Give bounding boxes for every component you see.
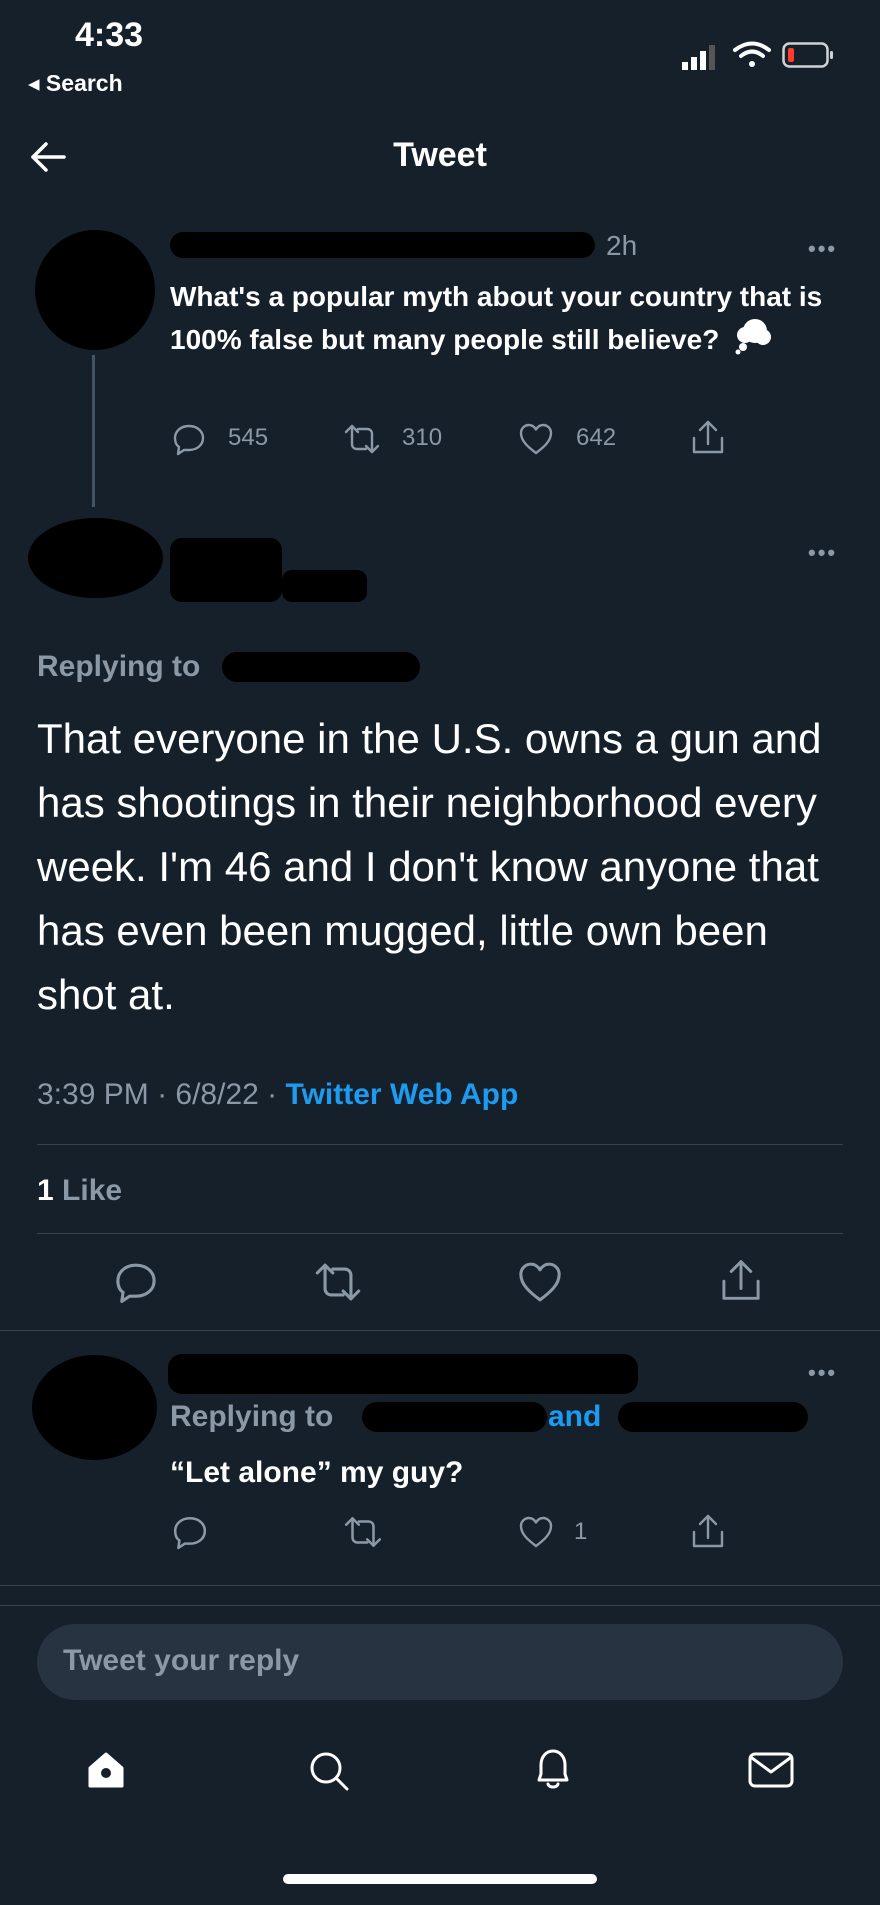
- share-button[interactable]: [690, 1512, 730, 1554]
- redacted-mention[interactable]: [222, 652, 420, 682]
- reply-composer-input[interactable]: Tweet your reply: [37, 1624, 843, 1700]
- retweet-icon: [315, 1263, 361, 1301]
- likes-summary[interactable]: 1 Like: [37, 1174, 122, 1208]
- thread-line: [92, 355, 95, 507]
- redacted-author-handle[interactable]: [282, 570, 367, 602]
- home-tab[interactable]: [84, 1748, 128, 1792]
- redacted-author-name[interactable]: [170, 538, 282, 602]
- divider: [0, 1585, 880, 1586]
- likes-number: 1: [37, 1174, 54, 1207]
- tweet-timestamp: 3:39 PM · 6/8/22 · Twitter Web App: [37, 1078, 518, 1112]
- home-icon: [88, 1752, 124, 1788]
- reply-icon: [173, 424, 205, 456]
- tweet-date: 6/8/22: [175, 1078, 259, 1111]
- retweet-icon: [344, 1517, 382, 1547]
- signal-icon: [682, 44, 718, 70]
- reply-button[interactable]: 545: [172, 420, 292, 460]
- share-button[interactable]: [719, 1256, 765, 1306]
- bell-icon: [537, 1749, 569, 1789]
- divider: [0, 1605, 880, 1606]
- avatar[interactable]: [35, 230, 155, 350]
- share-icon: [722, 1260, 760, 1300]
- tweet-text: What's a popular myth about your country…: [170, 276, 850, 366]
- redacted-author-name[interactable]: [168, 1354, 638, 1394]
- replying-to-label: Replying to: [170, 1400, 334, 1433]
- tweet-time: 3:39 PM: [37, 1078, 149, 1111]
- share-button[interactable]: [690, 418, 730, 460]
- more-options-icon[interactable]: •••: [808, 1360, 837, 1386]
- reply-button[interactable]: [114, 1260, 160, 1306]
- like-button[interactable]: 1: [518, 1514, 598, 1554]
- retweet-count: 310: [402, 424, 443, 451]
- search-tab[interactable]: [306, 1748, 352, 1794]
- messages-tab[interactable]: [746, 1750, 796, 1790]
- replying-to-label: Replying to: [37, 650, 201, 683]
- heart-icon: [519, 1262, 561, 1302]
- avatar[interactable]: [28, 518, 163, 598]
- back-to-search-link[interactable]: ◂ Search: [28, 70, 123, 97]
- reply-composer-placeholder: Tweet your reply: [63, 1644, 300, 1677]
- thought-balloon-emoji-icon: [733, 317, 773, 366]
- home-indicator: [283, 1874, 597, 1884]
- reply-icon: [173, 1516, 207, 1550]
- battery-icon: [782, 42, 836, 68]
- separator-dot: ·: [157, 1078, 176, 1111]
- reply-count: 545: [228, 424, 269, 451]
- reply-icon: [116, 1263, 156, 1303]
- divider: [0, 1330, 880, 1331]
- like-count: 1: [574, 1518, 588, 1545]
- redacted-author-name[interactable]: [170, 232, 595, 258]
- redacted-mention[interactable]: [618, 1402, 808, 1432]
- more-options-icon[interactable]: •••: [808, 236, 837, 262]
- more-options-icon[interactable]: •••: [808, 540, 837, 566]
- main-tweet-text: That everyone in the U.S. owns a gun and…: [37, 715, 822, 1018]
- wifi-icon: [732, 40, 772, 70]
- avatar[interactable]: [32, 1355, 157, 1460]
- heart-icon: [519, 423, 553, 455]
- tweet-time: 2h: [606, 230, 638, 261]
- likes-word: Like: [62, 1174, 123, 1207]
- retweet-icon: [344, 424, 380, 454]
- and-label: and: [548, 1400, 602, 1433]
- reply-tweet-text: “Let alone” my guy?: [170, 1456, 464, 1489]
- redacted-mention[interactable]: [362, 1402, 547, 1432]
- like-count: 642: [576, 424, 617, 451]
- like-button[interactable]: 642: [518, 420, 638, 460]
- like-button[interactable]: [517, 1260, 563, 1306]
- search-icon: [310, 1752, 349, 1791]
- retweet-button[interactable]: [342, 1514, 386, 1554]
- status-time: 4:33: [75, 16, 144, 54]
- heart-icon: [519, 1516, 553, 1548]
- tweet-text-content: What's a popular myth about your country…: [170, 281, 823, 355]
- share-icon: [692, 1514, 724, 1548]
- divider: [37, 1233, 843, 1234]
- reply-button[interactable]: [172, 1514, 212, 1554]
- page-title: Tweet: [393, 136, 487, 174]
- tweet-source-link[interactable]: Twitter Web App: [286, 1078, 519, 1111]
- retweet-button[interactable]: [312, 1260, 364, 1306]
- share-icon: [692, 420, 724, 454]
- divider: [37, 1144, 843, 1145]
- replying-to-line: Replying to: [170, 1400, 333, 1434]
- separator-dot: ·: [267, 1078, 286, 1111]
- retweet-button[interactable]: 310: [342, 420, 462, 460]
- mail-icon: [748, 1752, 794, 1788]
- notifications-tab[interactable]: [530, 1744, 576, 1794]
